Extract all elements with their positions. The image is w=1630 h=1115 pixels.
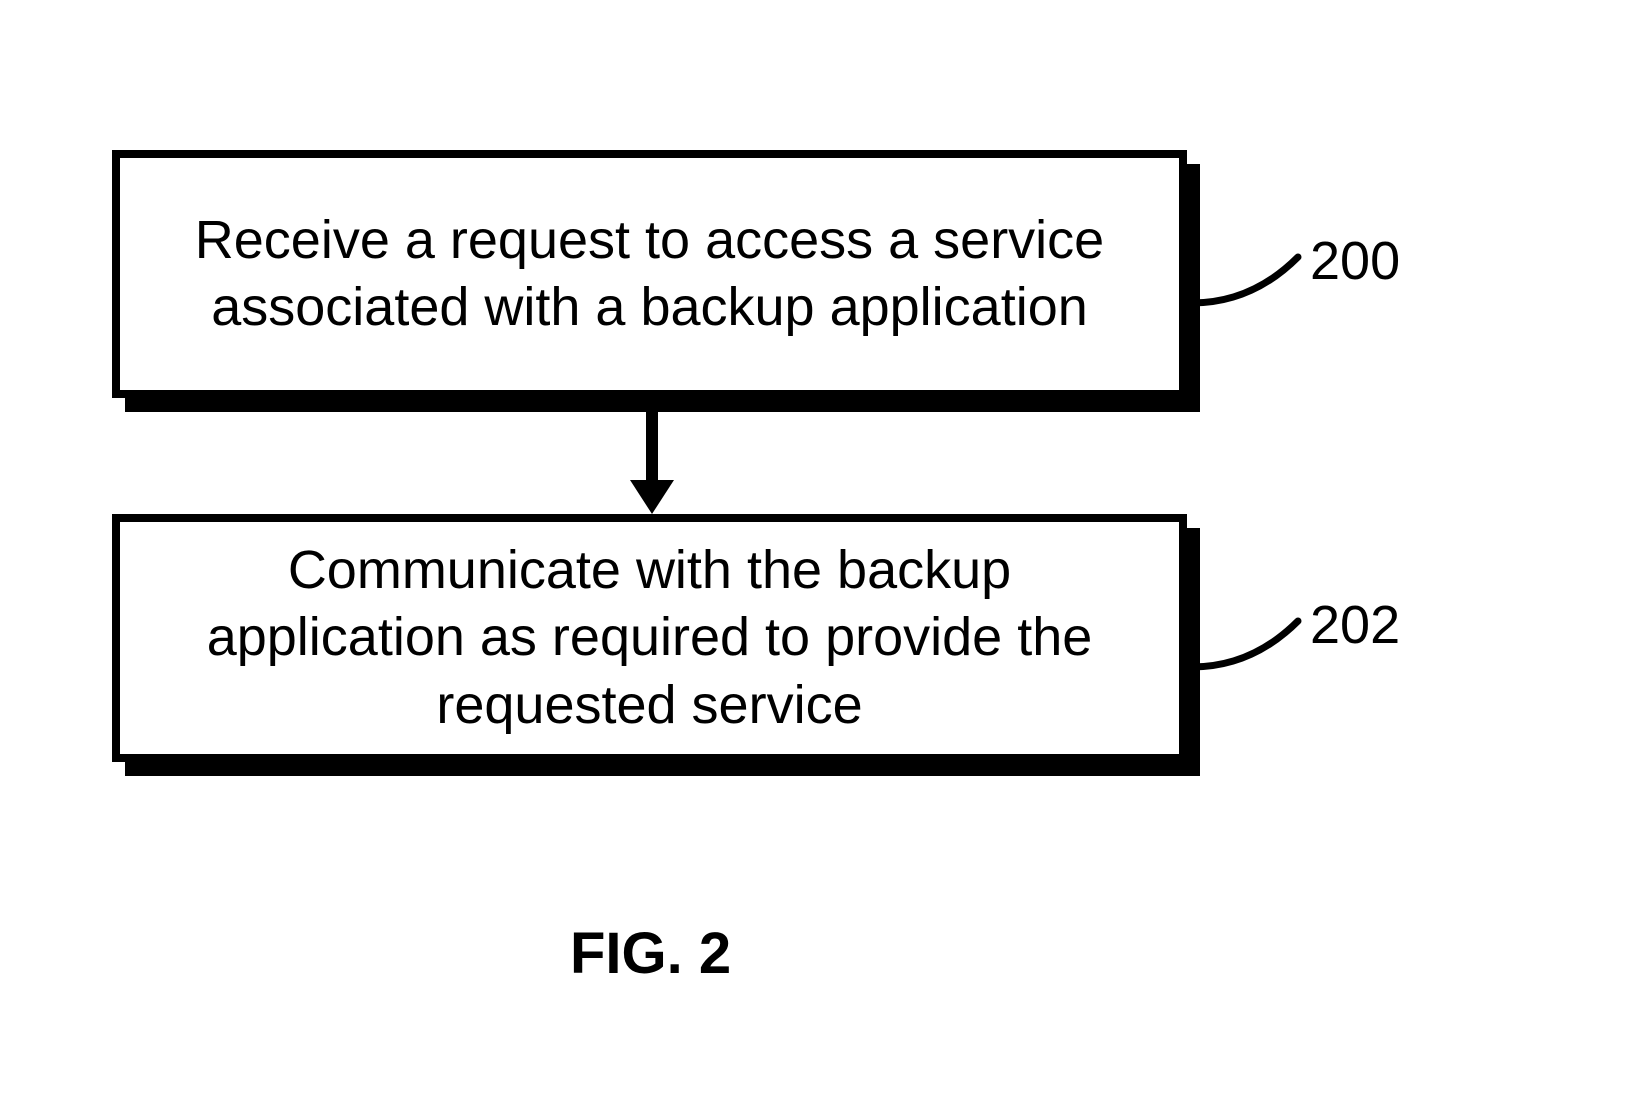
flow-step-1-text: Receive a request to access a service as… xyxy=(160,207,1139,342)
flow-step-2-label: 202 xyxy=(1310,594,1400,656)
figure-caption: FIG. 2 xyxy=(570,920,731,987)
flow-step-communicate-backup: Communicate with the backup application … xyxy=(112,514,1187,762)
flow-step-receive-request: Receive a request to access a service as… xyxy=(112,150,1187,398)
flow-step-1-label: 200 xyxy=(1310,230,1400,292)
flowchart-canvas: Receive a request to access a service as… xyxy=(0,0,1630,1115)
arrow-line-1-2 xyxy=(646,398,658,488)
arrow-head-1-2 xyxy=(630,480,674,514)
flow-step-2-text: Communicate with the backup application … xyxy=(160,537,1139,740)
leader-line-1 xyxy=(1192,245,1312,315)
leader-line-2 xyxy=(1192,609,1312,679)
